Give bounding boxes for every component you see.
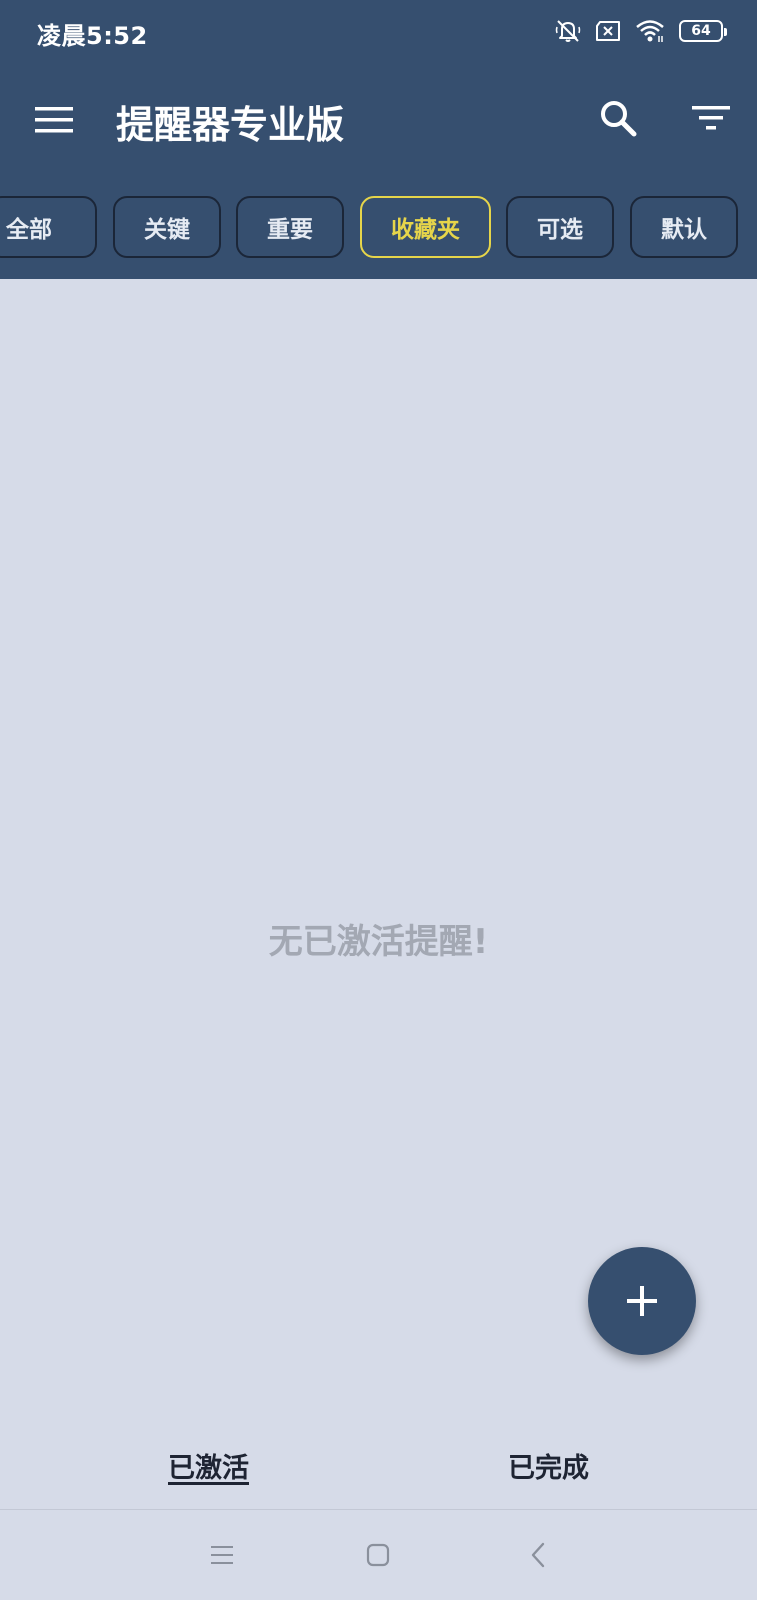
plus-icon — [627, 1286, 657, 1316]
chip-optional[interactable]: 可选 — [506, 196, 614, 258]
status-bar: 凌晨5:52 64 — [0, 0, 757, 64]
recents-button[interactable] — [200, 1533, 244, 1577]
chip-default[interactable]: 默认 — [630, 196, 738, 258]
app-header: 凌晨5:52 64 提醒器专业版 全部 关键 重要 收藏夹 可选 默认 — [0, 0, 757, 279]
recents-icon — [211, 1546, 233, 1564]
chip-critical[interactable]: 关键 — [113, 196, 221, 258]
add-reminder-button[interactable] — [588, 1247, 696, 1355]
back-icon — [531, 1542, 545, 1568]
search-icon — [601, 101, 637, 137]
filter-icon — [692, 106, 730, 130]
home-button[interactable] — [356, 1533, 400, 1577]
wifi-icon — [636, 20, 664, 42]
sim-error-icon — [596, 21, 620, 41]
bell-off-icon — [555, 20, 581, 42]
chip-all[interactable]: 全部 — [0, 196, 97, 258]
app-screen: 凌晨5:52 64 提醒器专业版 全部 关键 重要 收藏夹 可选 默认 无已激活… — [0, 0, 757, 1600]
chip-favorites[interactable]: 收藏夹 — [360, 196, 491, 258]
chip-important[interactable]: 重要 — [236, 196, 344, 258]
tab-completed[interactable]: 已完成 — [508, 1446, 589, 1485]
bottom-tabs: 已激活 已完成 — [0, 1420, 757, 1508]
status-icons: 64 — [555, 18, 727, 44]
menu-icon — [35, 107, 73, 133]
battery-level: 64 — [691, 23, 711, 39]
tab-active[interactable]: 已激活 — [168, 1446, 249, 1485]
back-button[interactable] — [516, 1533, 560, 1577]
battery-icon: 64 — [679, 20, 727, 42]
app-title: 提醒器专业版 — [116, 103, 345, 147]
search-button[interactable] — [590, 90, 646, 146]
empty-state-message: 无已激活提醒! — [268, 922, 489, 962]
filter-button[interactable] — [683, 90, 739, 146]
menu-button[interactable] — [26, 92, 82, 148]
home-icon — [366, 1543, 390, 1567]
system-navigation-bar — [0, 1510, 757, 1600]
filter-chips: 全部 关键 重要 收藏夹 可选 默认 — [0, 196, 757, 258]
status-time: 凌晨5:52 — [37, 22, 148, 50]
app-bar: 提醒器专业版 — [0, 64, 757, 176]
